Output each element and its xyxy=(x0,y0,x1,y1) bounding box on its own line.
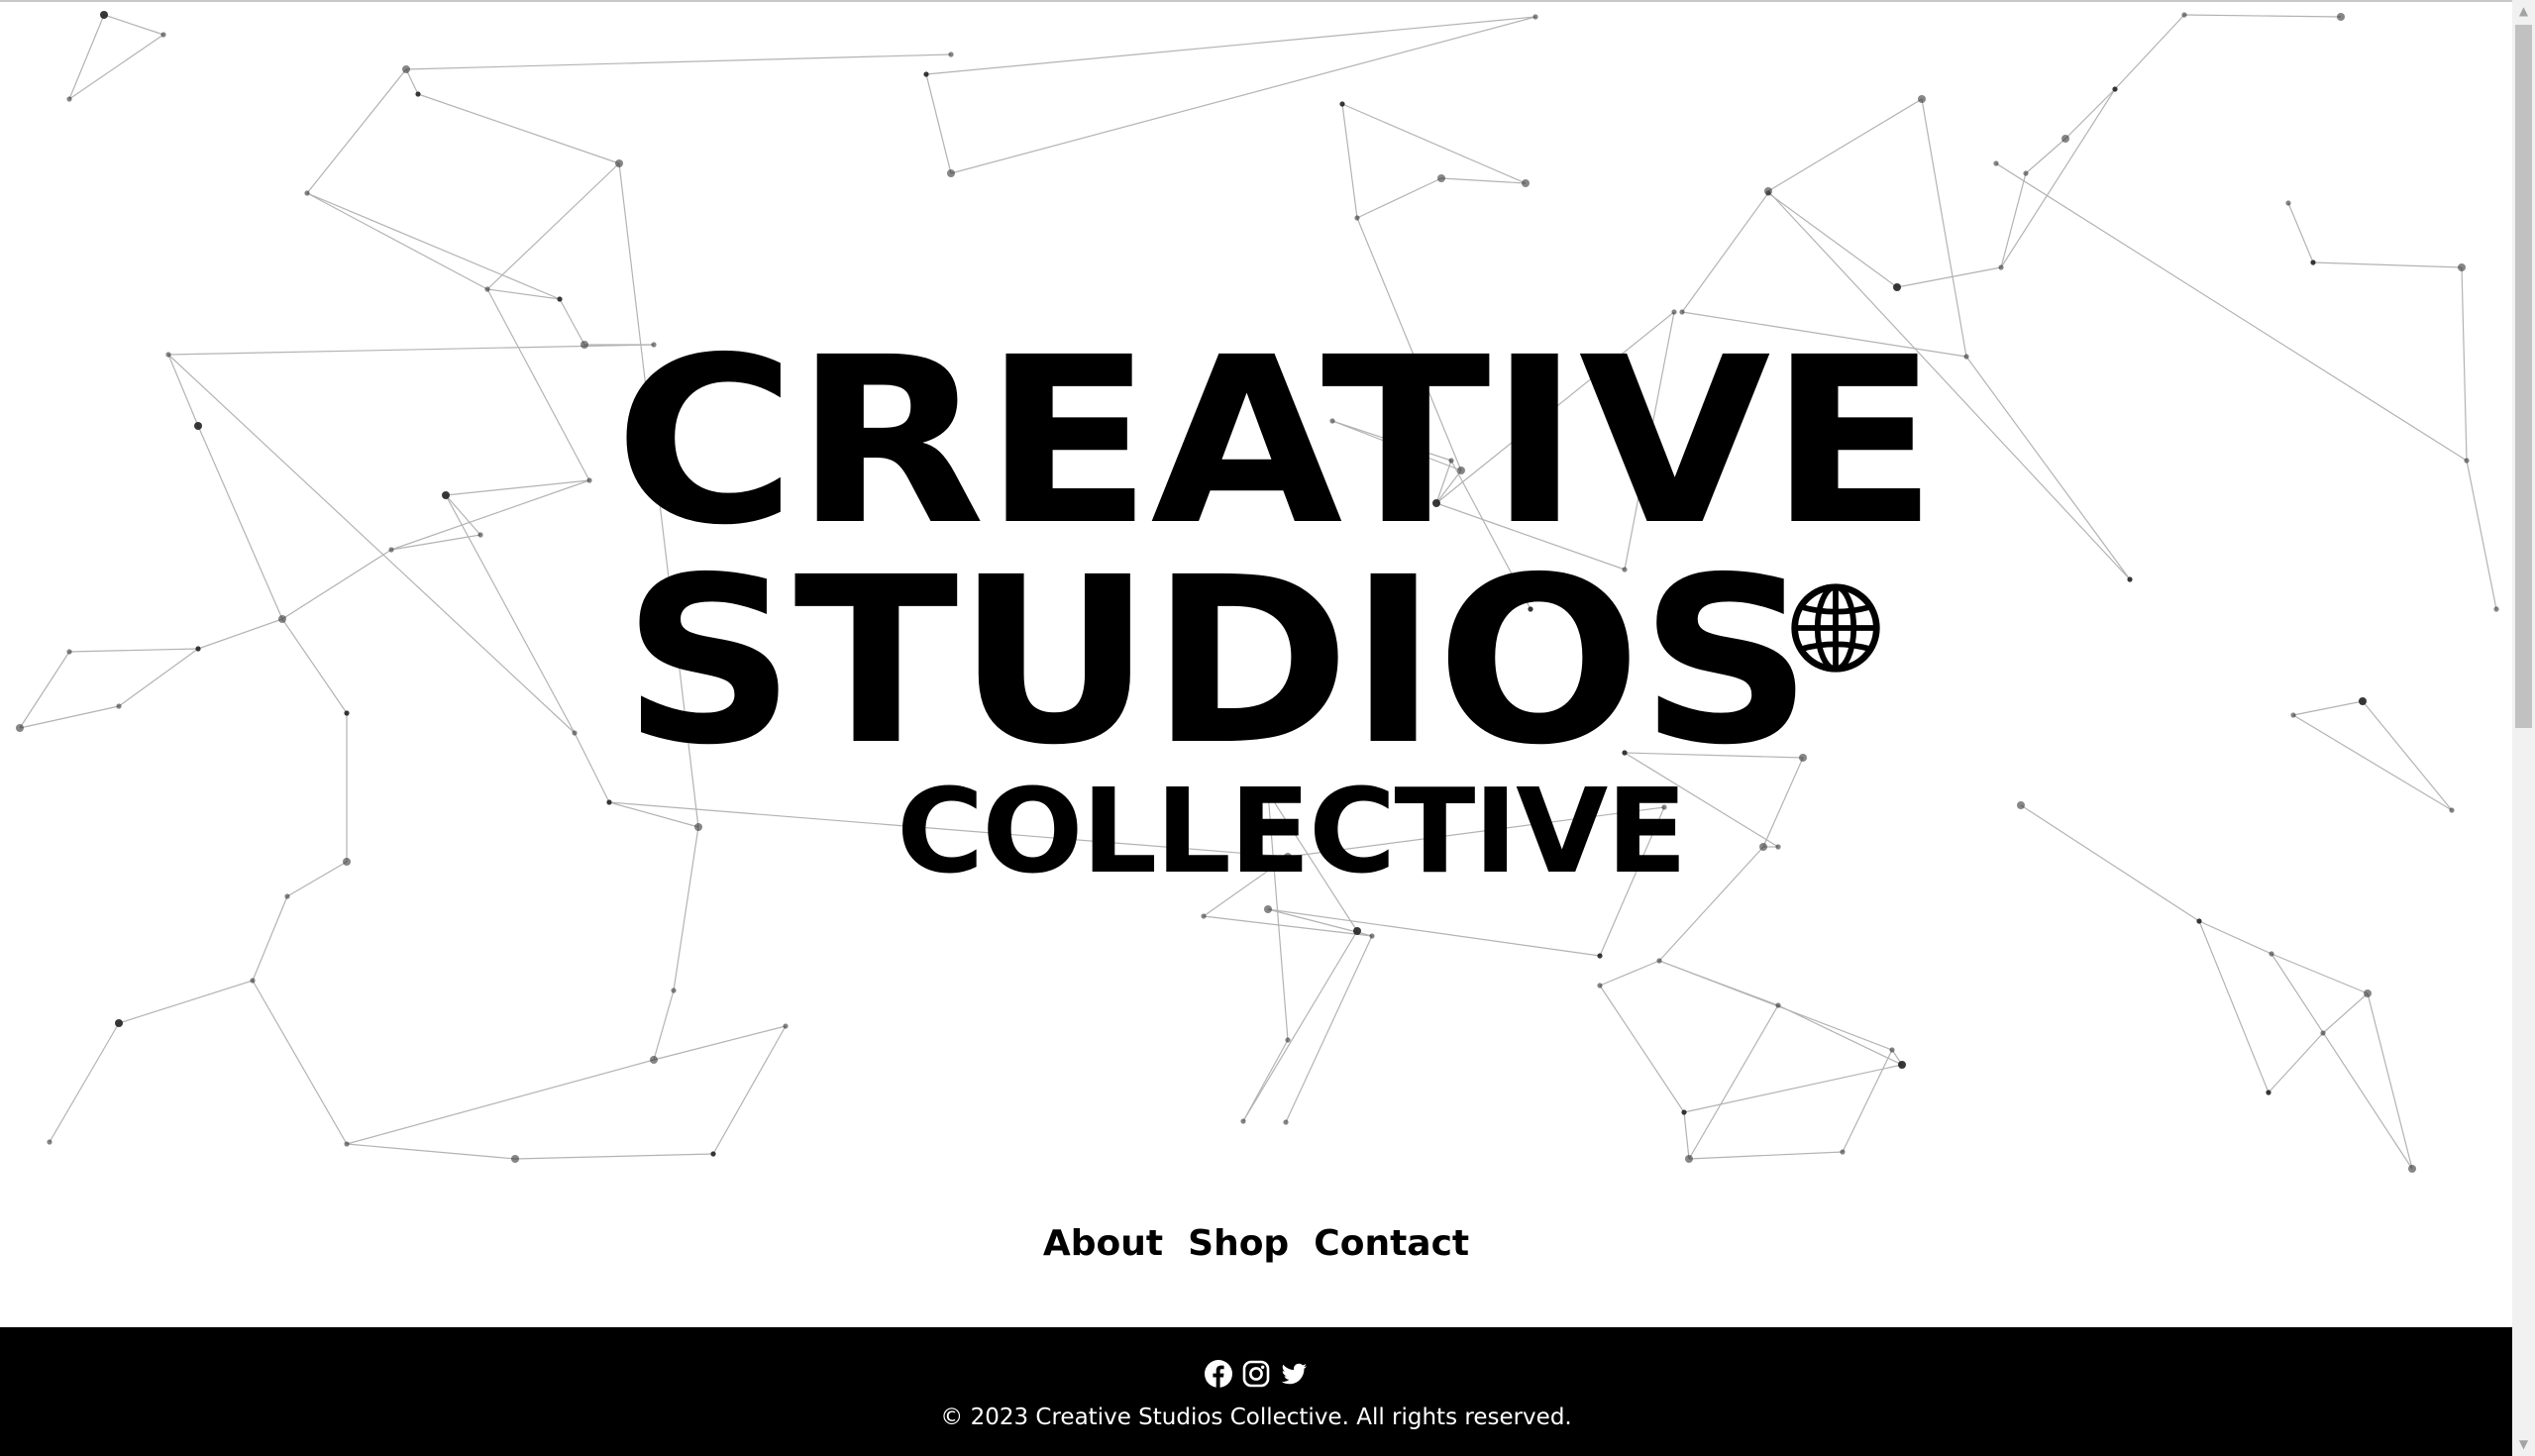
nav-link-about[interactable]: About xyxy=(1043,1223,1163,1264)
globe-icon xyxy=(1791,583,1880,673)
scroll-up-arrow[interactable]: ▲ xyxy=(2512,0,2535,23)
nav-link-contact[interactable]: Contact xyxy=(1314,1223,1469,1264)
instagram-icon[interactable] xyxy=(1241,1359,1271,1389)
hero-title-line-1: CREATIVE xyxy=(614,308,1939,575)
copyright-text: © 2023 Creative Studios Collective. All … xyxy=(940,1404,1572,1430)
hero-title-line-3: COLLECTIVE xyxy=(897,763,1687,899)
main-nav: About Shop Contact xyxy=(0,1223,2512,1264)
nav-link-shop[interactable]: Shop xyxy=(1188,1223,1289,1264)
scroll-down-arrow[interactable]: ▼ xyxy=(2512,1433,2535,1456)
page-viewport: CREATIVE STUDIOS COLLECTIVE About Shop C… xyxy=(0,0,2512,1456)
scrollbar-thumb[interactable] xyxy=(2515,25,2532,728)
facebook-icon[interactable] xyxy=(1204,1359,1233,1389)
hero-title-line-2: STUDIOS xyxy=(622,528,1813,795)
hero-logo: CREATIVE STUDIOS COLLECTIVE xyxy=(594,327,1939,901)
vertical-scrollbar[interactable]: ▲ ▼ xyxy=(2512,0,2535,1456)
footer: © 2023 Creative Studios Collective. All … xyxy=(0,1327,2512,1456)
twitter-icon[interactable] xyxy=(1279,1359,1309,1389)
social-links xyxy=(0,1359,2512,1389)
